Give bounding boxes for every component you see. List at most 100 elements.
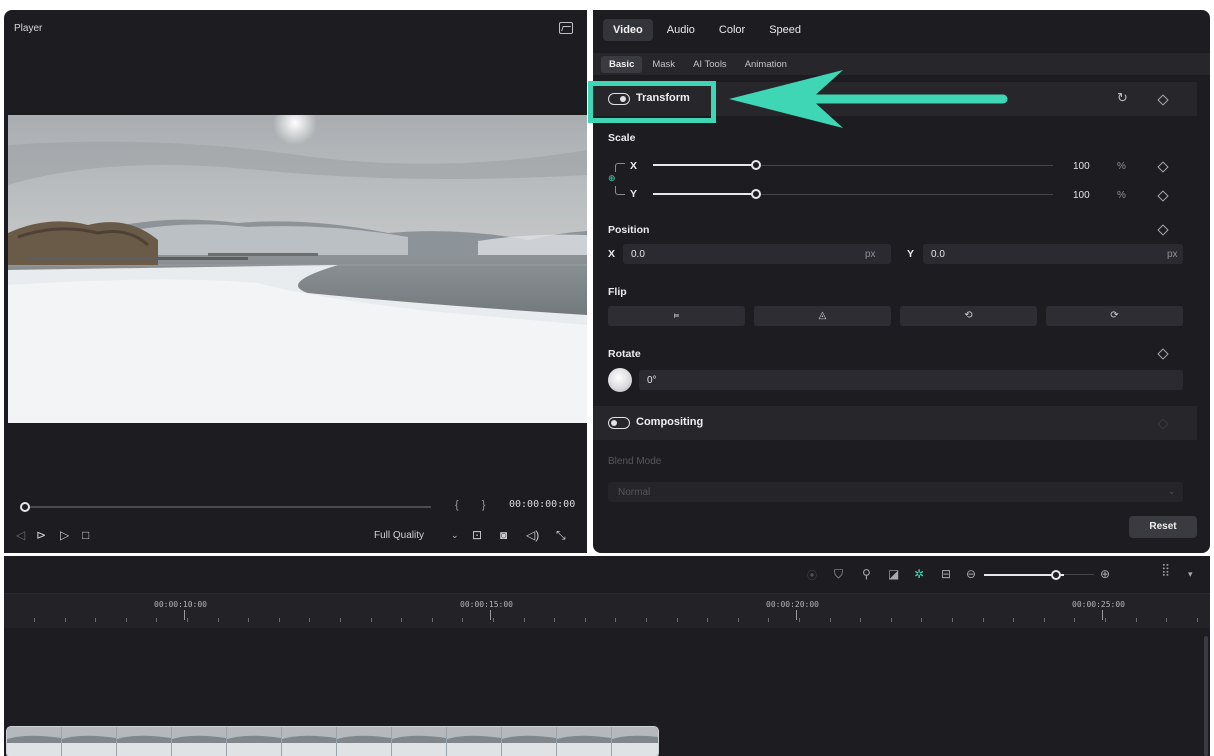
winter-lake-frame — [8, 115, 587, 423]
ruler-tick — [493, 618, 494, 622]
keyframe-diamond-icon[interactable] — [1157, 348, 1169, 360]
rotate-value[interactable]: 0° — [647, 375, 657, 386]
fullscreen-icon[interactable]: ⤡ — [556, 528, 566, 543]
ruler-tick — [401, 618, 402, 622]
chevron-down-icon[interactable]: ⌄ — [451, 530, 459, 541]
ruler-tick — [95, 618, 96, 622]
ruler-tick — [1074, 618, 1075, 622]
rotate-left-button[interactable]: ⟲ — [900, 306, 1037, 326]
tab-color[interactable]: Color — [709, 19, 755, 41]
stop-icon[interactable]: □ — [82, 528, 89, 542]
player-title: Player — [14, 23, 43, 34]
chevron-down-icon[interactable]: ▾ — [1188, 569, 1193, 580]
sticker-icon[interactable]: ◪ — [888, 567, 899, 581]
lock-icon[interactable]: ⊕ — [608, 173, 616, 184]
flip-vertical-button[interactable]: ◬ — [754, 306, 891, 326]
ruler-tick — [156, 618, 157, 622]
position-x-value[interactable]: 0.0 — [631, 249, 645, 260]
ruler-tick — [371, 618, 372, 622]
flip-horizontal-button[interactable]: ⫢ — [608, 306, 745, 326]
ruler-tick — [860, 618, 861, 622]
blend-mode-select — [608, 482, 1183, 502]
timeline-panel: ⦿ ⛉ ⚲ ◪ ✲ ⊟ ⊖ ⊕ ⦙⦙ ▾ 00:00:10:00 00:00:1… — [4, 556, 1210, 756]
ruler-tick — [921, 618, 922, 622]
track-layout-icon[interactable]: ⦙⦙ — [1162, 563, 1169, 581]
reset-button[interactable]: Reset — [1129, 516, 1197, 538]
playhead-handle[interactable] — [20, 502, 30, 512]
ruler-tick — [952, 618, 953, 622]
tab-video[interactable]: Video — [603, 19, 653, 41]
display-icon[interactable]: ⊡ — [472, 528, 482, 542]
tab-speed[interactable]: Speed — [759, 19, 811, 41]
zoom-in-icon[interactable]: ⊕ — [1100, 567, 1110, 581]
scale-y-value[interactable]: 100 — [1073, 190, 1090, 201]
reset-rotate-icon[interactable]: ↻ — [1117, 90, 1128, 106]
flip-label: Flip — [608, 286, 627, 298]
ruler-tick — [279, 618, 280, 622]
rotate-right-button[interactable]: ⟳ — [1046, 306, 1183, 326]
ruler-tick — [891, 618, 892, 622]
compositing-toggle[interactable] — [608, 417, 630, 429]
play-icon[interactable]: ▷ — [60, 528, 69, 542]
ruler-tick — [799, 618, 800, 622]
volume-icon[interactable]: ◁) — [526, 528, 539, 542]
position-x-field[interactable] — [623, 244, 891, 264]
camera-icon[interactable]: ◙ — [500, 528, 507, 542]
rotate-field[interactable] — [639, 370, 1183, 390]
play-circle-icon[interactable]: ⦿ — [807, 567, 817, 582]
property-tabs: Video Audio Color Speed — [603, 19, 811, 41]
annotation-highlight-box — [588, 81, 716, 123]
position-y-value[interactable]: 0.0 — [931, 249, 945, 260]
keyframe-diamond-icon[interactable] — [1157, 161, 1169, 173]
ruler-tick — [983, 618, 984, 622]
flip-vertical-icon: ◬ — [818, 310, 827, 321]
ruler-tick — [554, 618, 555, 622]
ruler-tick — [524, 618, 525, 622]
subtab-mask[interactable]: Mask — [644, 56, 683, 73]
keyframe-diamond-icon[interactable] — [1157, 190, 1169, 202]
zoom-slider-track[interactable] — [1064, 574, 1094, 575]
scale-label: Scale — [608, 132, 636, 144]
video-preview[interactable] — [8, 115, 587, 423]
ruler-major-tick — [184, 610, 185, 620]
timeline-toolbar: ⦿ ⛉ ⚲ ◪ ✲ ⊟ ⊖ ⊕ ⦙⦙ ▾ — [4, 556, 1210, 594]
scale-y-handle[interactable] — [751, 189, 761, 199]
position-y-field[interactable] — [923, 244, 1183, 264]
ruler-tick — [1136, 618, 1137, 622]
ai-settings-icon[interactable]: ✲ — [914, 567, 924, 581]
scale-x-value[interactable]: 100 — [1073, 161, 1090, 172]
mark-in-out[interactable]: { } — [455, 499, 495, 511]
ruler-tick — [707, 618, 708, 622]
shield-icon[interactable]: ⛉ — [834, 567, 843, 582]
quality-select[interactable]: Full Quality — [374, 530, 424, 541]
scale-x-label: X — [630, 160, 638, 172]
scale-link-bracket — [615, 186, 625, 195]
step-play-icon[interactable]: ⊳ — [36, 528, 46, 542]
caption-icon[interactable]: ⊟ — [941, 567, 951, 581]
snapshot-view-icon[interactable] — [559, 22, 573, 34]
ruler-tick — [462, 618, 463, 622]
zoom-slider-handle[interactable] — [1051, 570, 1061, 580]
ruler-timecode: 00:00:10:00 — [154, 600, 207, 609]
prev-frame-icon[interactable]: ◁ — [16, 528, 25, 542]
timeline-ruler[interactable]: 00:00:10:00 00:00:15:00 00:00:20:00 00:0… — [4, 594, 1210, 628]
subtab-basic[interactable]: Basic — [601, 56, 643, 73]
ruler-major-tick — [1102, 610, 1103, 620]
keyframe-diamond-icon[interactable] — [1157, 224, 1169, 236]
scale-y-label: Y — [630, 188, 638, 200]
timeline-scrollbar[interactable] — [1204, 636, 1208, 756]
video-clip[interactable] — [6, 726, 659, 756]
tab-audio[interactable]: Audio — [657, 19, 705, 41]
position-y-unit: px — [1167, 249, 1178, 260]
scale-y-fill — [653, 193, 755, 195]
microphone-icon[interactable]: ⚲ — [862, 567, 871, 581]
annotation-arrow — [729, 70, 1008, 128]
ruler-major-tick — [796, 610, 797, 620]
scale-x-handle[interactable] — [751, 160, 761, 170]
ruler-major-tick — [490, 610, 491, 620]
playback-scrubber[interactable] — [20, 502, 431, 512]
zoom-out-icon[interactable]: ⊖ — [966, 567, 976, 581]
ruler-tick — [1197, 618, 1198, 622]
rotate-dial[interactable] — [608, 368, 632, 392]
ruler-tick — [738, 618, 739, 622]
